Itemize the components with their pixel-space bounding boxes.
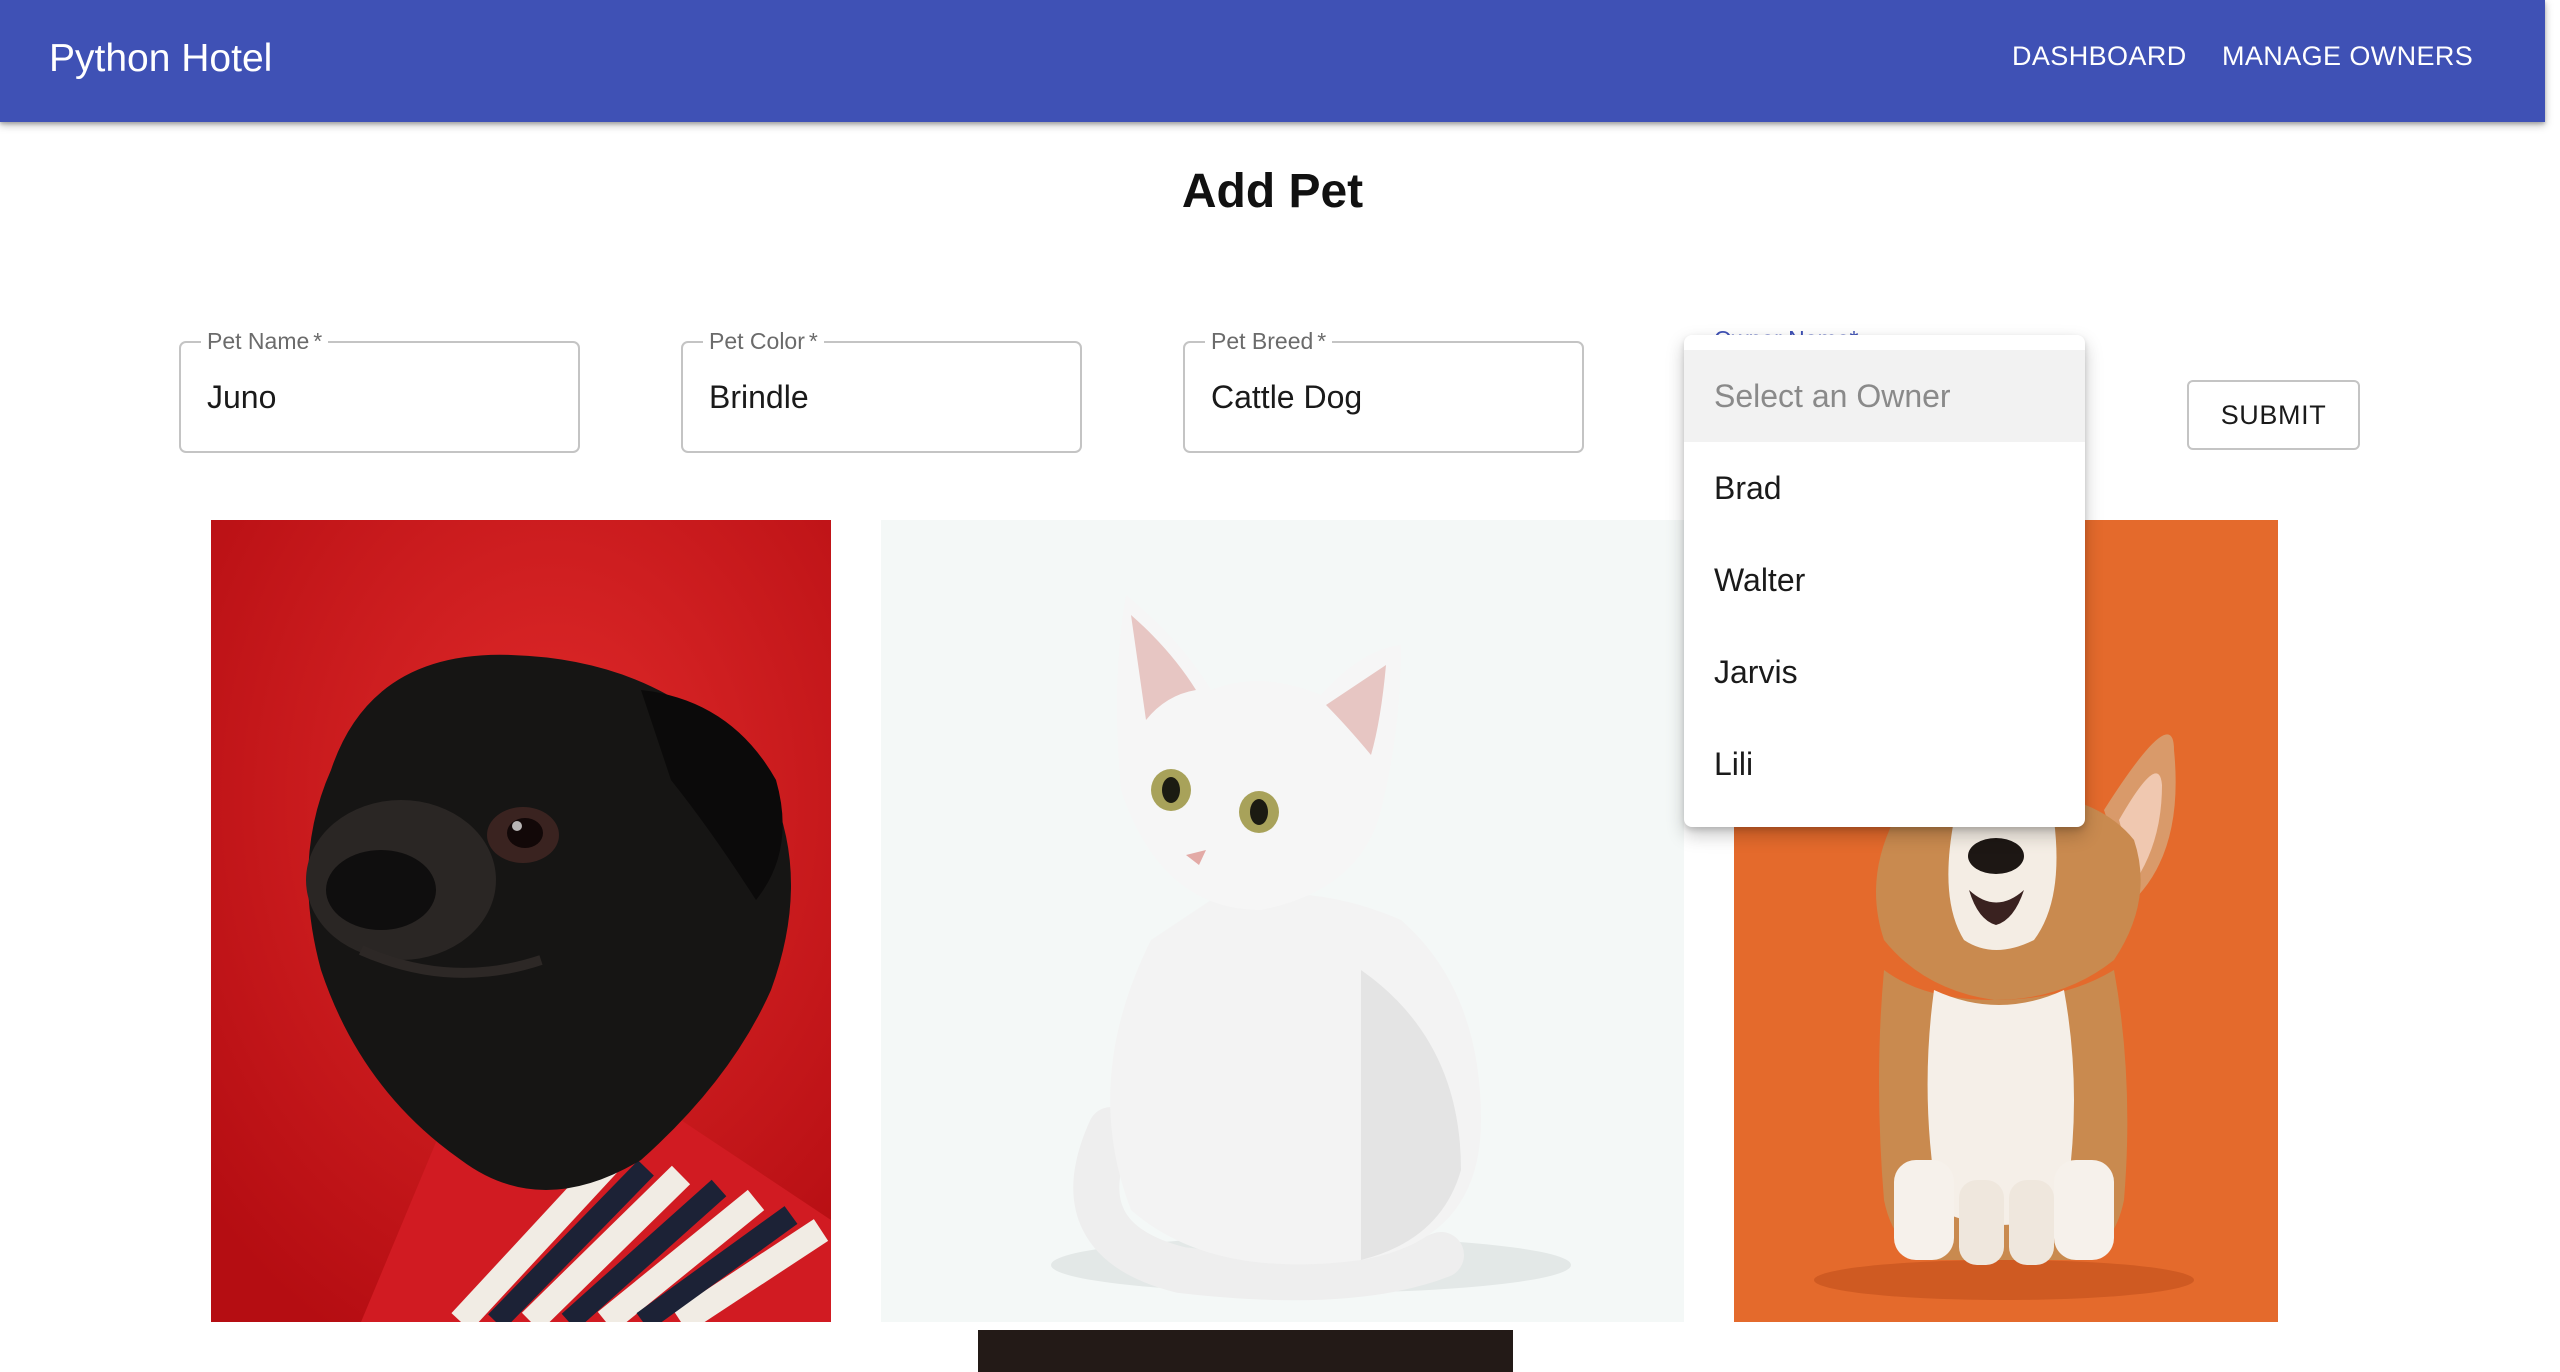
owner-option-brad[interactable]: Brad <box>1684 442 2085 534</box>
nav-dashboard-link[interactable]: DASHBOARD <box>2012 38 2187 74</box>
pet-photo-partial <box>978 1330 1513 1372</box>
owner-select-menu: Select an Owner Brad Walter Jarvis Lili <box>1684 335 2085 827</box>
owner-option-walter[interactable]: Walter <box>1684 534 2085 626</box>
pet-breed-field[interactable]: Pet Breed * <box>1183 327 1584 453</box>
owner-option-placeholder[interactable]: Select an Owner <box>1684 350 2085 442</box>
pet-name-field[interactable]: Pet Name * <box>179 327 580 453</box>
page-title: Add Pet <box>1181 165 1364 218</box>
pet-color-input[interactable] <box>683 343 1080 451</box>
brand-title[interactable]: Python Hotel <box>49 33 272 85</box>
owner-option-jarvis[interactable]: Jarvis <box>1684 626 2085 718</box>
page: Python Hotel DASHBOARD MANAGE OWNERS Add… <box>0 0 2560 1372</box>
pug-photo <box>211 520 831 1322</box>
pet-name-input[interactable] <box>181 343 578 451</box>
pet-color-field[interactable]: Pet Color * <box>681 327 1082 453</box>
submit-button[interactable]: SUBMIT <box>2187 380 2360 450</box>
app-bar: Python Hotel DASHBOARD MANAGE OWNERS <box>0 0 2545 122</box>
nav-manage-owners-link[interactable]: MANAGE OWNERS <box>2222 38 2473 74</box>
owner-option-lili[interactable]: Lili <box>1684 718 2085 810</box>
pet-breed-input[interactable] <box>1185 343 1582 451</box>
cat-photo <box>881 520 1684 1322</box>
